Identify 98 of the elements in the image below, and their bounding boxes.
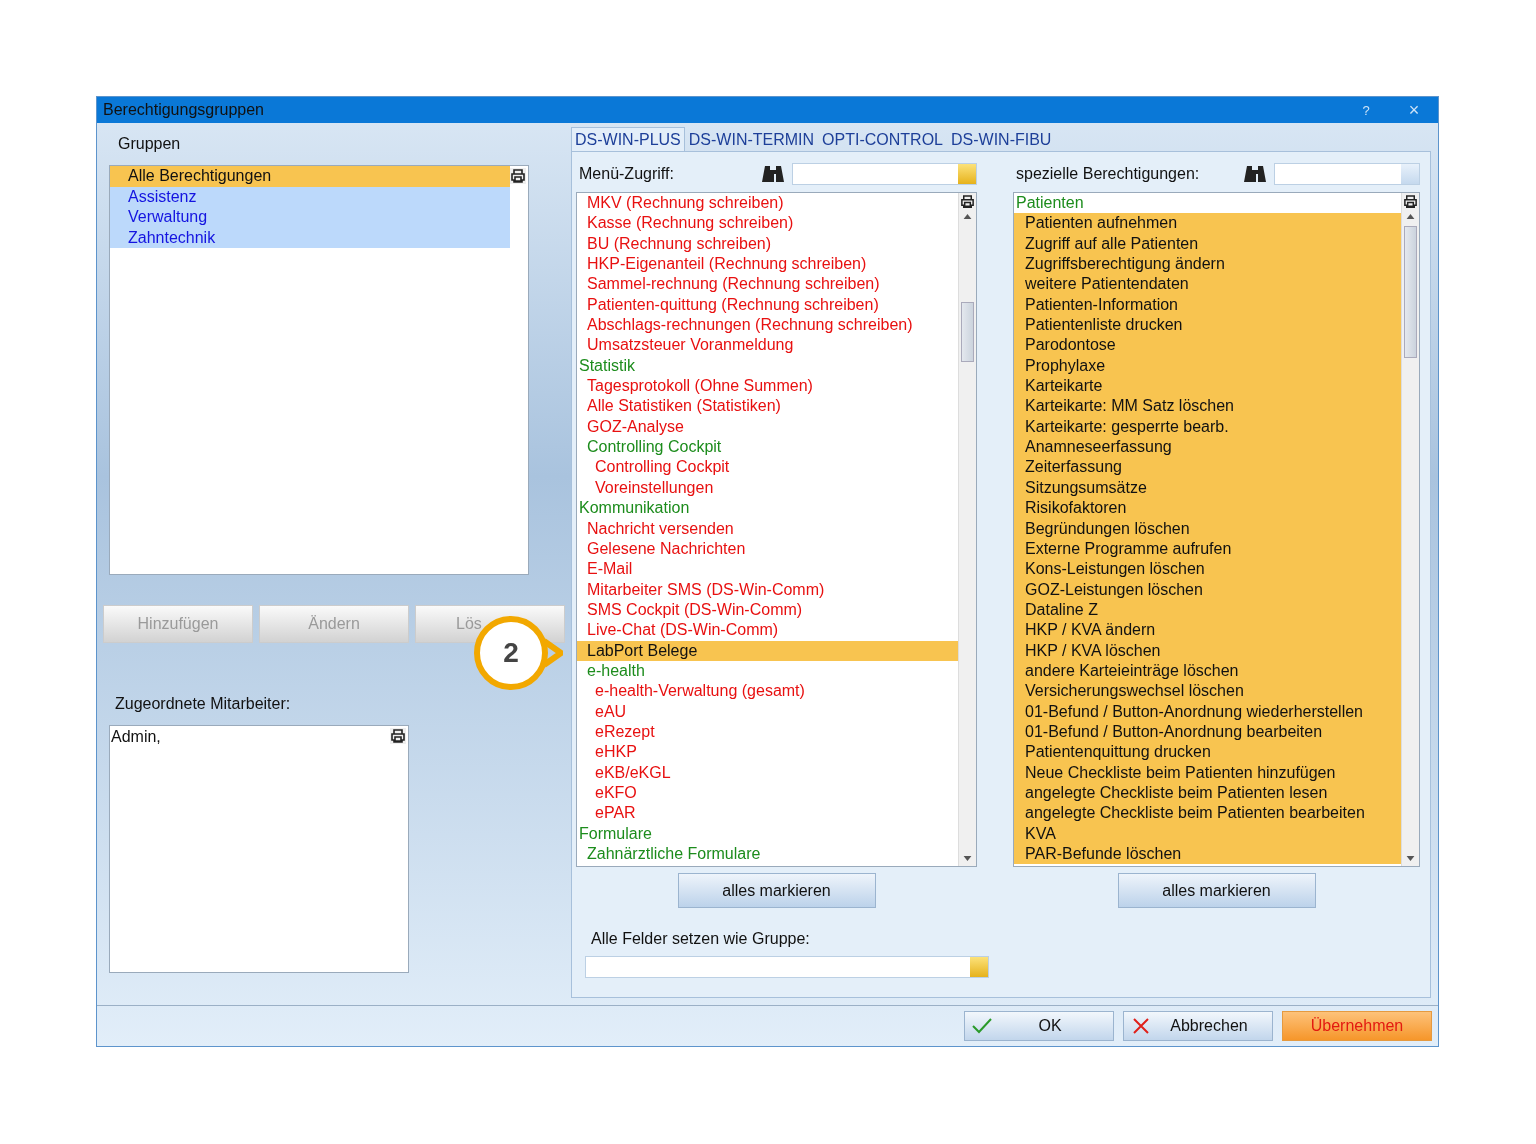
list-item[interactable]: Prophylaxe — [1014, 355, 1401, 377]
list-item[interactable]: Zugriff auf alle Patienten — [1014, 233, 1401, 255]
list-item[interactable]: eAU — [577, 701, 958, 722]
window-title: Berechtigungsgruppen — [103, 101, 265, 119]
menu-access-label: Menü-Zugriff: — [578, 165, 675, 183]
list-item[interactable]: Risikofaktoren — [1014, 498, 1401, 519]
list-item[interactable]: Umsatzsteuer Voranmeldung — [577, 335, 958, 356]
list-item[interactable]: e-health — [577, 660, 958, 682]
list-item[interactable]: Karteikarte: MM Satz löschen — [1014, 396, 1401, 417]
list-item[interactable]: ePAR — [577, 803, 958, 824]
list-item[interactable]: HKP / KVA löschen — [1014, 640, 1401, 661]
list-item[interactable]: Zahnärztliche Formulare — [577, 844, 958, 865]
select-all-button[interactable]: alles markieren — [1117, 873, 1316, 908]
cross-icon — [1130, 1017, 1152, 1035]
binoculars-icon[interactable] — [1244, 164, 1266, 184]
printer-icon[interactable] — [510, 168, 526, 184]
copy-from-label: Alle Felder setzen wie Gruppe: — [591, 930, 811, 948]
dialog-button[interactable]: Abbrechen — [1123, 1011, 1273, 1041]
select-all-button[interactable]: alles markieren — [677, 873, 876, 908]
list-item[interactable]: eHKP — [577, 742, 958, 763]
list-item[interactable]: Patienten aufnehmen — [1014, 213, 1401, 234]
list-item[interactable]: eRezept — [577, 721, 958, 743]
list-item[interactable]: Sammel-rechnung (Rechnung schreiben) — [577, 274, 958, 295]
help-button[interactable]: ? — [1342, 101, 1390, 119]
list-item[interactable]: Parodontose — [1014, 335, 1401, 356]
list-item[interactable]: BU (Rechnung schreiben) — [577, 233, 958, 255]
group-item[interactable]: Zahntechnik — [110, 227, 510, 248]
list-item[interactable]: weitere Patientendaten — [1014, 274, 1401, 295]
list-item[interactable]: GOZ-Leistungen löschen — [1014, 579, 1401, 600]
list-item[interactable]: LabPort Belege — [577, 640, 958, 661]
list-item[interactable]: HKP-Eigenanteil (Rechnung schreiben) — [577, 254, 958, 275]
list-item[interactable]: GOZ-Analyse — [577, 416, 958, 438]
list-item[interactable]: Kons-Leistungen löschen — [1014, 559, 1401, 580]
tab[interactable]: DS-WIN-PLUS — [571, 127, 685, 151]
printer-icon[interactable] — [1403, 194, 1418, 209]
tab[interactable]: DS-WIN-FIBU — [947, 127, 1056, 151]
tab[interactable]: DS-WIN-TERMIN — [684, 127, 819, 151]
list-item[interactable]: Dataline Z — [1014, 599, 1401, 621]
check-icon — [971, 1017, 993, 1035]
list-item[interactable]: PAR-Befunde löschen — [1014, 844, 1401, 865]
list-item[interactable]: HKP / KVA ändern — [1014, 620, 1401, 641]
list-item[interactable]: MKV (Rechnung schreiben) — [577, 193, 958, 214]
list-item[interactable]: Karteikarte: gesperrte bearb. — [1014, 416, 1401, 438]
list-item[interactable]: Abschlags-rechnungen (Rechnung schreiben) — [577, 315, 958, 336]
group-item[interactable]: Alle Berechtigungen — [110, 166, 510, 187]
list-item[interactable]: Patientenquittung drucken — [1014, 742, 1401, 763]
staff-label: Zugeordnete Mitarbeiter: — [115, 695, 292, 714]
list-item[interactable]: 01-Befund / Button-Anordnung wiederherstellen — [1014, 701, 1401, 722]
list-item[interactable]: Externe Programme aufrufen — [1014, 538, 1401, 560]
list-item[interactable]: Patienten — [1014, 193, 1401, 214]
scrollbar-thumb[interactable] — [1404, 226, 1417, 358]
list-item[interactable]: E-Mail — [577, 559, 958, 580]
list-item[interactable]: Patientenliste drucken — [1014, 315, 1401, 336]
section-title: Gruppen — [118, 135, 182, 154]
list-item[interactable]: Voreinstellungen — [577, 477, 958, 499]
list-item[interactable]: Controlling Cockpit — [577, 437, 958, 458]
list-item[interactable]: Alle Statistiken (Statistiken) — [577, 396, 958, 417]
list-item[interactable]: angelegte Checkliste beim Patienten lesen — [1014, 782, 1401, 804]
scrollbar[interactable] — [1401, 193, 1419, 866]
list-item[interactable]: Statistik — [577, 355, 958, 377]
list-item[interactable]: Kommunikation — [577, 498, 958, 519]
printer-icon[interactable] — [390, 728, 406, 744]
list-item[interactable]: SMS Cockpit (DS-Win-Comm) — [577, 599, 958, 621]
list-item[interactable]: Nachricht versenden — [577, 518, 958, 539]
list-item[interactable]: eKFO — [577, 782, 958, 804]
list-item[interactable]: Live-Chat (DS-Win-Comm) — [577, 620, 958, 641]
list-item[interactable]: Gelesene Nachrichten — [577, 538, 958, 560]
list-item[interactable]: Sitzungsumsätze — [1014, 477, 1401, 499]
list-item[interactable]: andere Karteieinträge löschen — [1014, 660, 1401, 682]
list-item[interactable]: Kasse (Rechnung schreiben) — [577, 213, 958, 234]
scrollbar-thumb[interactable] — [961, 302, 974, 362]
list-item[interactable]: Neue Checkliste beim Patienten hinzufügen — [1014, 762, 1401, 783]
binoculars-icon[interactable] — [762, 164, 784, 184]
list-item[interactable]: eKB/eKGL — [577, 762, 958, 783]
list-item[interactable]: Zugriffsberechtigung ändern — [1014, 254, 1401, 275]
list-item[interactable]: Zeiterfassung — [1014, 457, 1401, 478]
list-item[interactable]: Controlling Cockpit — [577, 457, 958, 478]
special-permissions-label: spezielle Berechtigungen: — [1015, 165, 1201, 183]
list-item[interactable]: 01-Befund / Button-Anordnung bearbeiten — [1014, 721, 1401, 743]
list-item[interactable]: Mitarbeiter SMS (DS-Win-Comm) — [577, 579, 958, 600]
list-item[interactable]: Formulare — [577, 823, 958, 844]
list-item[interactable]: Anamneseerfassung — [1014, 437, 1401, 458]
group-item[interactable]: Assistenz — [110, 186, 510, 207]
list-item[interactable]: Karteikarte — [1014, 376, 1401, 397]
tab[interactable]: OPTI-CONTROL — [818, 127, 947, 151]
group-item[interactable]: Verwaltung — [110, 207, 510, 228]
dialog-button[interactable]: OK — [964, 1011, 1114, 1041]
printer-icon[interactable] — [960, 194, 975, 209]
list-item[interactable]: Patienten-quittung (Rechnung schreiben) — [577, 294, 958, 316]
list-item[interactable]: KVA — [1014, 823, 1401, 844]
list-item[interactable]: Begründungen löschen — [1014, 518, 1401, 539]
list-item[interactable]: e-health-Verwaltung (gesamt) — [577, 681, 958, 702]
list-item[interactable]: Patienten-Information — [1014, 294, 1401, 316]
scrollbar[interactable] — [958, 193, 976, 866]
list-item[interactable]: angelegte Checkliste beim Patienten bearbeiten — [1014, 803, 1401, 824]
list-item[interactable]: Tagesprotokoll (Ohne Summen) — [577, 376, 958, 397]
list-item[interactable]: Versicherungswechsel löschen — [1014, 681, 1401, 702]
staff-item[interactable]: Admin, — [110, 726, 408, 748]
